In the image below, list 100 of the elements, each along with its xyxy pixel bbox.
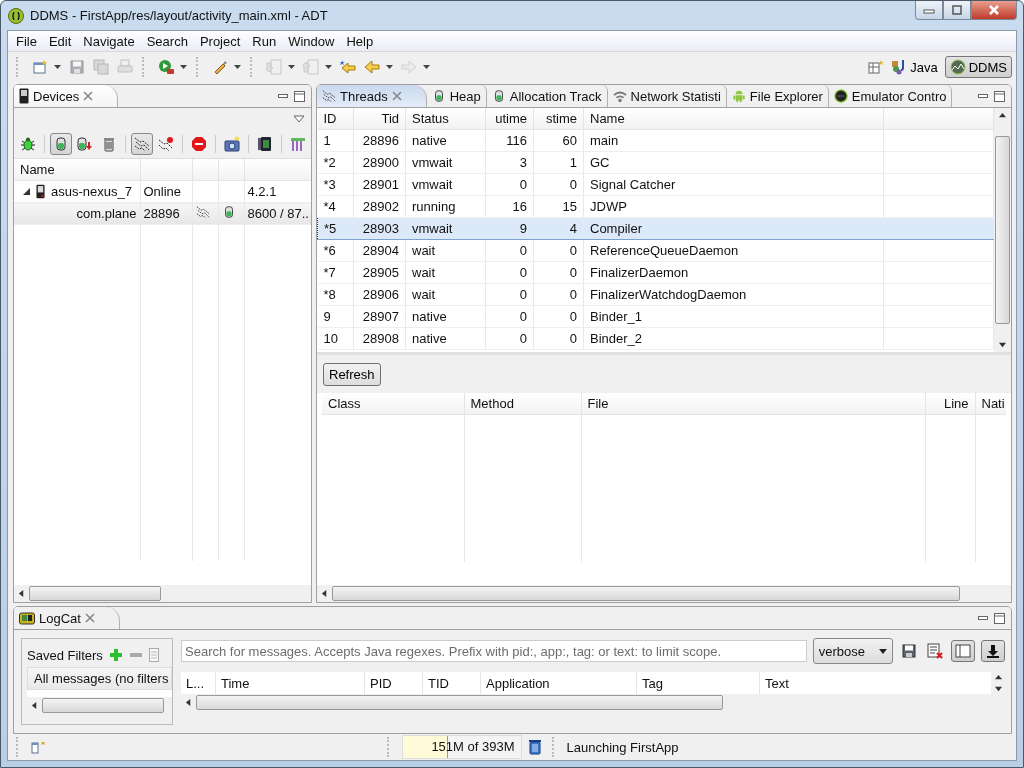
scroll-thumb[interactable] <box>29 586 161 601</box>
bug-icon <box>19 136 36 152</box>
save-all-icon <box>93 59 109 75</box>
scroll-thumb[interactable] <box>332 586 960 601</box>
save-log-button[interactable] <box>899 641 919 661</box>
table-cell: FinalizerDaemon <box>590 265 689 280</box>
table-cell: *5 <box>324 221 337 236</box>
thread-row[interactable]: *5 28903 vmwait 9 4 Compiler <box>317 217 994 240</box>
table-cell: 9 <box>519 221 527 236</box>
close-icon[interactable] <box>84 613 95 623</box>
table-cell: *8 <box>323 287 336 302</box>
view-menu-icon[interactable] <box>293 115 305 123</box>
scroll-arrow-icon[interactable] <box>999 112 1006 119</box>
thread-row[interactable]: 9 28907 native 0 0 Binder_1 <box>317 305 994 328</box>
scroll-thumb[interactable] <box>196 695 723 710</box>
window-title: DDMS - FirstApp/res/layout/activity_main.xml - ADT <box>30 8 328 23</box>
process-id: 28896 <box>143 206 180 221</box>
scroll-arrow-icon[interactable] <box>31 702 38 709</box>
minimize-window-button[interactable] <box>915 1 943 20</box>
refresh-button[interactable]: Refresh <box>323 362 381 386</box>
table-cell: 28904 <box>362 243 399 258</box>
arrow-star-icon <box>340 59 356 75</box>
vertical-scrollbar[interactable] <box>994 108 1011 352</box>
search-field[interactable]: Search for messages. Accepts Java regexes. Prefix with pid:, app:, tag: or text: to limit scope. <box>181 640 807 662</box>
menu-item[interactable]: Run <box>246 33 283 49</box>
menu-item[interactable]: Edit <box>42 33 78 49</box>
threads-icon <box>322 89 336 103</box>
thread-row[interactable]: 1 28896 native 116 60 main <box>317 129 994 152</box>
filter-item[interactable]: All messages (no filters <box>27 667 172 690</box>
view-tab[interactable]: Threads <box>317 85 427 107</box>
perspective-button[interactable]: DDMS <box>944 56 1012 78</box>
menu-item[interactable]: Navigate <box>77 33 141 49</box>
menu-item[interactable]: File <box>10 33 43 49</box>
process-row[interactable]: com.plane 28896 8600 / 87.. <box>14 202 311 225</box>
horizontal-scrollbar[interactable] <box>14 585 311 602</box>
table-cell: 4 <box>569 221 577 236</box>
menu-item[interactable]: Search <box>140 33 194 49</box>
phone-icon <box>36 184 45 199</box>
threads-button[interactable] <box>130 133 153 155</box>
thread-row[interactable]: *3 28901 vmwait 0 0 Signal Catcher <box>317 173 994 196</box>
restore-window-button[interactable] <box>943 1 971 20</box>
maximize-icon[interactable] <box>294 90 305 102</box>
toggle-filters-button[interactable] <box>951 640 975 662</box>
scroll-thumb[interactable] <box>995 136 1010 324</box>
cylinder-button[interactable] <box>49 133 72 155</box>
trash-icon <box>527 739 542 755</box>
scroll-arrow-icon[interactable] <box>185 699 192 706</box>
thread-row[interactable]: 10 28908 native 0 0 Binder_2 <box>317 327 994 350</box>
column-header[interactable]: Name <box>20 162 55 177</box>
table-cell: JDWP <box>590 199 627 214</box>
thread-row[interactable]: *4 28902 running 16 15 JDWP <box>317 195 994 218</box>
table-cell: *6 <box>323 243 336 258</box>
column-header[interactable]: File <box>587 396 609 411</box>
table-cell: 28896 <box>362 133 399 148</box>
close-icon[interactable] <box>83 91 94 101</box>
thread-row[interactable]: *2 28900 vmwait 3 1 GC <box>317 151 994 174</box>
threads-icon <box>133 136 150 152</box>
open-perspective-icon[interactable] <box>868 59 885 75</box>
table-cell: 0 <box>519 331 527 346</box>
table-cell: *7 <box>323 265 336 280</box>
horizontal-scrollbar[interactable] <box>317 585 1011 602</box>
close-window-button[interactable] <box>971 1 1017 20</box>
scroll-thumb[interactable] <box>42 698 164 713</box>
debug-port: 8600 / 87.. <box>247 206 309 221</box>
maximize-icon[interactable] <box>994 612 1005 624</box>
thread-row[interactable]: *8 28906 wait 0 0 FinalizerWatchdogDaemon <box>317 283 994 306</box>
clear-log-button[interactable] <box>925 641 945 661</box>
caret-icon <box>288 65 295 69</box>
menu-item[interactable]: Window <box>282 33 341 49</box>
device-name[interactable]: asus-nexus_7 <box>51 184 132 199</box>
window-icon[interactable] <box>31 740 45 754</box>
device-version: 4.2.1 <box>247 184 277 199</box>
view-tab[interactable]: LogCat <box>14 607 120 629</box>
thread-row[interactable]: *7 28905 wait 0 0 FinalizerDaemon <box>317 261 994 284</box>
menu-item[interactable]: Help <box>340 33 380 49</box>
column-header[interactable]: Text <box>760 672 870 694</box>
column-header[interactable]: Name <box>590 111 625 126</box>
perspective-button[interactable]: Java <box>886 56 943 78</box>
table-cell: 28908 <box>362 331 399 346</box>
document-up-icon <box>303 59 319 75</box>
scroll-lock-button[interactable] <box>981 640 1005 662</box>
view-tab[interactable]: Devices <box>14 85 119 107</box>
menu-item[interactable]: Project <box>193 33 247 49</box>
table-cell: 10 <box>323 331 338 346</box>
thread-row[interactable]: *6 28904 wait 0 0 ReferenceQueueDaemon <box>317 239 994 262</box>
caret-icon <box>180 65 187 69</box>
column-header[interactable]: Class <box>328 396 361 411</box>
save-icon <box>69 59 85 75</box>
scroll-arrow-icon[interactable] <box>321 590 328 597</box>
caret-icon <box>423 65 430 69</box>
scroll-arrow-icon[interactable] <box>999 341 1006 348</box>
maximize-icon[interactable] <box>994 90 1005 102</box>
scroll-arrow-icon[interactable] <box>18 590 25 597</box>
caret-icon <box>234 65 241 69</box>
table-cell: *2 <box>323 155 336 170</box>
table-cell: vmwait <box>412 177 453 192</box>
log-level-dropdown[interactable]: verbose <box>812 638 893 664</box>
expand-toggle-icon[interactable] <box>23 188 30 195</box>
close-icon[interactable] <box>391 91 402 101</box>
table-cell: 28906 <box>362 287 399 302</box>
